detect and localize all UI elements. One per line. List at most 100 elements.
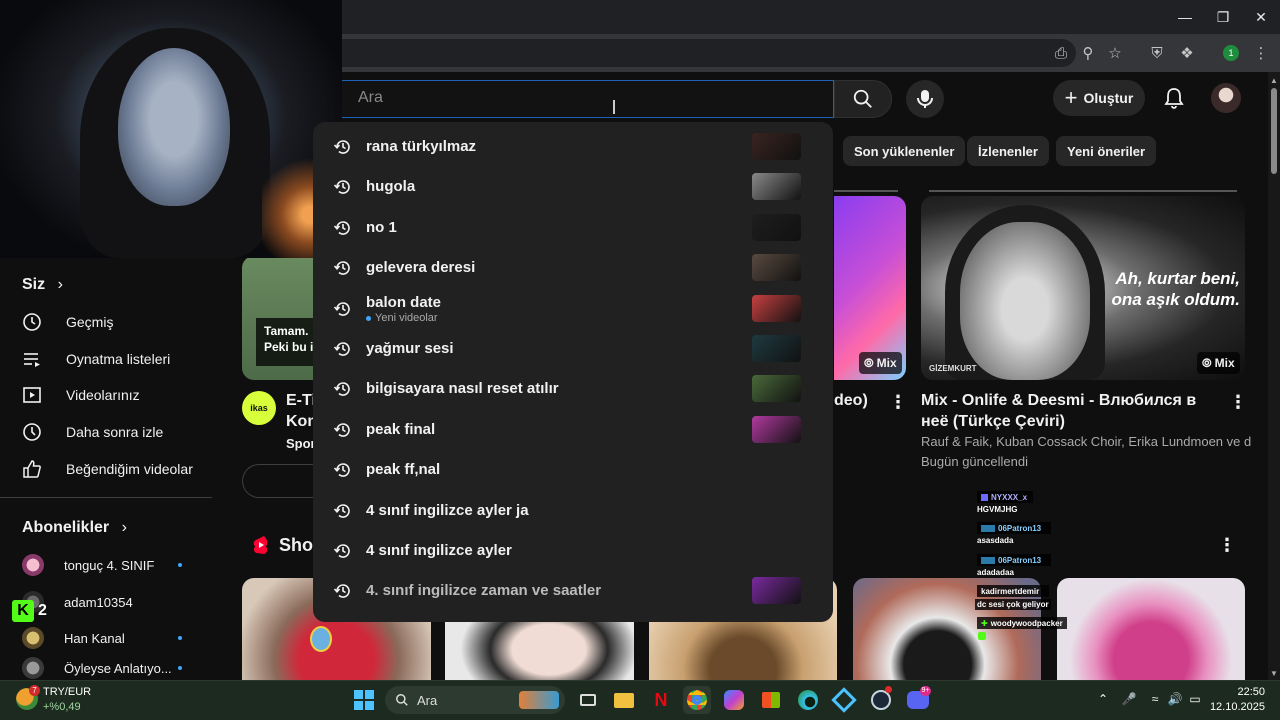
search-suggestion[interactable]: gelevera deresi [313,248,833,288]
close-icon[interactable]: ✕ [1242,0,1280,34]
plus-icon: + [1064,85,1078,110]
subscription-item[interactable]: Han Kanal [22,620,212,656]
start-icon[interactable] [350,686,378,714]
search-suggestion[interactable]: no 1 [313,208,833,248]
copilot-icon[interactable] [720,686,748,714]
sidebar-item-playlists[interactable]: Oynatma listeleri [22,341,212,377]
history-icon [333,463,350,477]
zoom-icon[interactable]: ⚲ [1075,40,1101,66]
subscription-name: tonguç 4. SINIF [64,557,155,573]
new-content-dot [366,315,371,321]
clock-date[interactable]: 12.10.2025 [1205,701,1265,713]
history-icon [333,302,350,316]
subscriptions-heading[interactable]: Abonelikler › [22,519,127,537]
create-button[interactable]: + Oluştur [1053,80,1145,116]
suggestion-text: bilgisayara nasıl reset atılır [366,380,559,397]
scroll-down-icon[interactable]: ▼ [1270,669,1278,678]
sidebar-item-label: Beğendiğim videolar [66,461,193,477]
search-suggestion[interactable]: rana türkyılmaz [313,127,833,167]
maximize-icon[interactable]: ❐ [1204,0,1242,34]
app-icon[interactable] [830,686,858,714]
netflix-icon[interactable]: N [647,686,675,714]
sidebar-item-history[interactable]: Geçmiş [22,304,212,340]
video-channels[interactable]: Rauf & Faik, Kuban Cossack Choir, Erika … [921,434,1251,449]
search-input[interactable] [322,80,834,118]
new-content-dot [178,636,182,640]
chevron-right-icon: › [57,276,63,293]
address-bar[interactable] [320,39,1076,67]
video-title[interactable]: Mix - Onlife & Deesmi - Влюбился в неё (… [921,390,1211,432]
more-options-icon[interactable]: ⋮ [888,392,908,412]
taskbar-search[interactable]: Ara [385,686,565,714]
history-icon [333,261,350,275]
history-icon [333,140,350,154]
chat-username: NYXXX_x [977,491,1033,503]
ad-action-button[interactable] [242,464,314,498]
chip-recent[interactable]: Son yüklenenler [843,136,966,166]
extensions-icon[interactable]: ❖ [1174,40,1200,66]
search-suggestion[interactable]: yağmur sesi [313,329,833,369]
bookmark-star-icon[interactable]: ☆ [1102,40,1128,66]
more-options-icon[interactable]: ⋮ [1228,392,1248,412]
mix-stack-line [834,190,898,192]
suggestion-text: rana türkyılmaz [366,138,477,155]
create-label: Oluştur [1083,90,1134,106]
search-suggestion[interactable]: peak ff,nal [313,450,833,490]
suggestion-thumbnail [752,335,801,362]
suggestion-text: 4. sınıf ingilizce zaman ve saatler [366,582,602,599]
more-options-icon[interactable]: ⋮ [1217,535,1237,555]
chip-new-recommendations[interactable]: Yeni öneriler [1056,136,1157,166]
channel-avatar [22,554,44,576]
store-icon[interactable] [757,686,785,714]
wifi-icon[interactable]: ≈ [1146,690,1164,708]
battery-icon[interactable]: ▭ [1186,690,1204,708]
video-title[interactable]: deo) [834,390,868,411]
voice-search-button[interactable] [906,80,944,118]
chat-row-bg [975,501,1270,519]
search-suggestion[interactable]: peak final [313,410,833,450]
volume-icon[interactable]: 🔊 [1166,690,1184,708]
chip-watched[interactable]: İzlenenler [967,136,1049,166]
scroll-up-icon[interactable]: ▲ [1270,76,1278,85]
chat-message: HGVMJHG [977,505,1018,514]
subscription-item[interactable]: adam10354 [22,584,212,620]
search-suggestion[interactable]: 4. sınıf ingilizce zaman ve saatler [313,571,833,611]
clock-time[interactable]: 22:50 [1205,686,1265,698]
task-view-icon[interactable] [574,686,602,714]
sidebar-item-your-videos[interactable]: Videolarınız [22,377,212,413]
install-app-icon[interactable]: ⎙ [1048,40,1074,66]
account-avatar[interactable] [1211,83,1241,113]
video-title[interactable]: E-Ti [286,390,316,411]
notifications-button[interactable] [1160,84,1188,112]
file-explorer-icon[interactable] [610,686,638,714]
chrome-icon[interactable] [683,686,711,714]
search-icon [396,694,408,706]
scrollbar-thumb[interactable] [1271,88,1277,174]
minimize-icon[interactable]: — [1166,0,1204,34]
sidebar-item-liked-videos[interactable]: Beğendiğim videolar [22,451,212,487]
suggestion-thumbnail [752,173,801,200]
search-suggestion[interactable]: 4 sınıf ingilizce ayler [313,531,833,571]
edge-icon[interactable] [794,686,822,714]
search-suggestion[interactable]: hugola [313,167,833,207]
search-suggestion[interactable]: 4 sınıf ingilizce ayler ja [313,491,833,531]
suggestion-text: no 1 [366,219,397,236]
chevron-up-icon[interactable]: ⌃ [1094,690,1112,708]
short-thumbnail[interactable] [1057,578,1245,680]
microphone-icon[interactable]: 🎤 [1120,690,1138,708]
watch-later-icon [22,422,42,442]
search-button[interactable] [834,80,892,118]
sidebar-item-watch-later[interactable]: Daha sonra izle [22,414,212,450]
you-section-heading[interactable]: Siz › [22,276,63,294]
search-suggestion[interactable]: balon date Yeni videolar [313,289,833,329]
shield-extension-icon[interactable]: ⛨ [1144,40,1170,66]
subscription-item[interactable]: tonguç 4. SINIF [22,547,212,583]
like-icon [22,459,42,479]
subscription-name: adam10354 [64,594,133,610]
search-icon [853,89,872,108]
channel-logo[interactable]: ikas [242,391,276,425]
search-suggestion[interactable]: bilgisayara nasıl reset atılır [313,369,833,409]
browser-menu-icon[interactable]: ⋮ [1248,40,1274,66]
profile-icon[interactable]: 1 [1218,40,1244,66]
subscription-item[interactable]: Öyleyse Anlatıyo... [22,656,212,680]
